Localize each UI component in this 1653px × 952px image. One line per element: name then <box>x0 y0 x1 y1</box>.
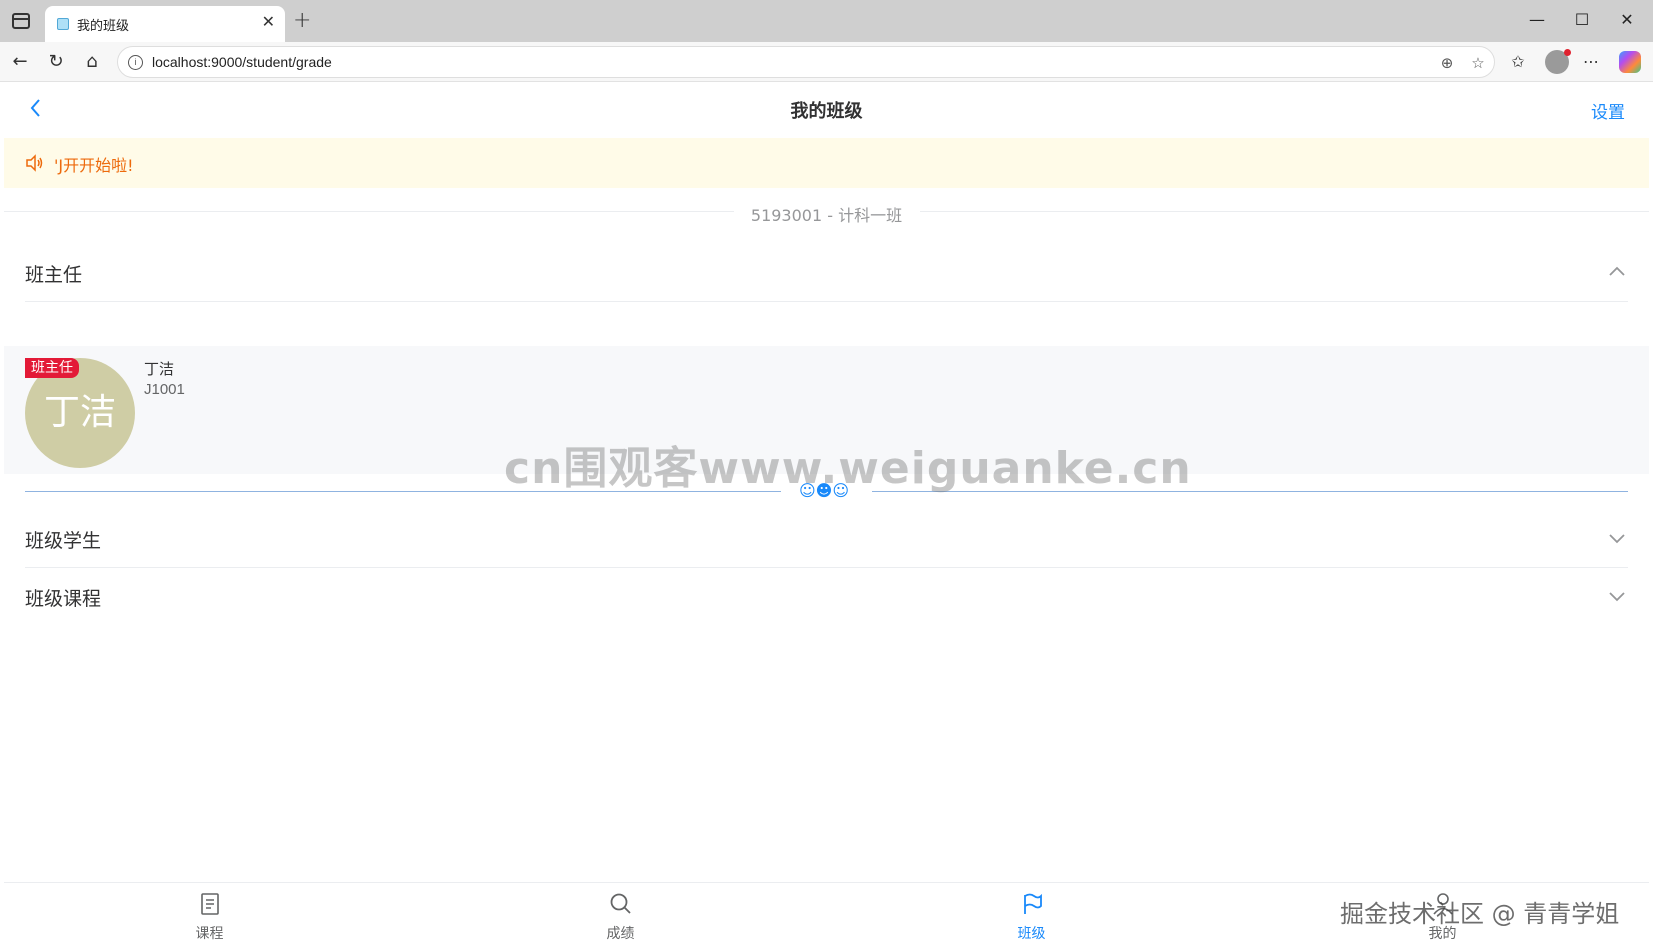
flag-icon <box>1024 893 1042 914</box>
favorite-star-icon[interactable]: ☆ <box>1467 52 1489 74</box>
teacher-id: J1001 <box>144 381 185 398</box>
maximize-icon[interactable]: ☐ <box>1567 8 1597 32</box>
home-icon[interactable]: ⌂ <box>80 50 104 74</box>
refresh-icon[interactable]: ↻ <box>44 50 68 74</box>
favicon-icon <box>57 18 69 30</box>
collapse-teacher-label: 班主任 <box>25 264 83 286</box>
profile-avatar[interactable] <box>1545 49 1571 74</box>
page-title: 我的班级 <box>790 101 863 122</box>
volume-icon <box>26 154 43 172</box>
chevron-down-icon <box>1609 534 1625 544</box>
chevron-up-icon <box>1609 266 1625 276</box>
tab-grades-label: 成绩 <box>606 926 635 942</box>
tab-courses[interactable]: 课程 <box>4 883 415 948</box>
class-divider-text: 5193001 - 计科一班 <box>750 206 903 225</box>
tab-courses-label: 课程 <box>195 926 224 942</box>
site-info-icon[interactable]: i <box>128 55 143 70</box>
nav-bar: 我的班级 设置 <box>4 82 1649 138</box>
tab-class[interactable]: 班级 <box>826 883 1237 948</box>
divider-line <box>25 301 1628 302</box>
close-tab-icon[interactable]: ✕ <box>262 12 275 31</box>
teacher-name: 丁洁 <box>144 360 175 378</box>
teacher-role-badge: 班主任 <box>25 358 79 378</box>
back-arrow-icon[interactable]: ← <box>8 50 32 74</box>
zoom-icon[interactable]: ⊕ <box>1436 52 1458 74</box>
chevron-down-icon <box>1609 592 1625 602</box>
url-text[interactable]: localhost:9000/student/grade <box>152 54 332 70</box>
watermark-text: cn围观客www.weiguanke.cn <box>504 443 1192 494</box>
more-menu-icon[interactable]: ⋯ <box>1578 50 1604 76</box>
collapse-students-label: 班级学生 <box>25 530 102 552</box>
app-viewport: 我的班级 设置 'J开开始啦! 5193001 - 计科一班 班主任 丁洁 班主… <box>4 82 1649 948</box>
class-divider: 5193001 - 计科一班 <box>4 200 1649 225</box>
collapse-teacher[interactable]: 班主任 <box>4 244 1649 302</box>
collapse-students[interactable]: 班级学生 <box>4 510 1649 568</box>
new-tab-button[interactable]: + <box>293 8 311 33</box>
window-close-icon[interactable]: ✕ <box>1612 8 1642 32</box>
minimize-icon[interactable]: — <box>1522 8 1552 32</box>
notice-bar: 'J开开始啦! <box>4 138 1649 188</box>
notice-text: 'J开开始啦! <box>54 156 134 175</box>
address-toolbar: ← ↻ ⌂ i localhost:9000/student/grade ⊕ ☆… <box>0 42 1653 82</box>
copilot-icon[interactable] <box>1619 51 1641 73</box>
search-icon <box>610 893 631 914</box>
address-bar[interactable]: i localhost:9000/student/grade ⊕ ☆ <box>117 46 1495 78</box>
browser-tab-active[interactable]: 我的班级 ✕ <box>45 6 285 42</box>
tab-class-label: 班级 <box>1017 926 1046 942</box>
divider-line <box>920 211 1649 212</box>
collapse-courses-label: 班级课程 <box>25 588 102 610</box>
collapse-courses[interactable]: 班级课程 <box>4 568 1649 626</box>
tab-grades[interactable]: 成绩 <box>415 883 826 948</box>
favorites-icon[interactable]: ✩ <box>1505 50 1531 76</box>
settings-button[interactable]: 设置 <box>1591 98 1625 123</box>
sidebar-toggle-icon[interactable] <box>12 13 30 29</box>
tab-title: 我的班级 <box>77 18 130 33</box>
site-watermark: 掘金技术社区 @ 青青学姐 <box>1340 900 1620 928</box>
browser-tab-strip: 我的班级 ✕ + — ☐ ✕ <box>0 0 1653 42</box>
document-icon <box>201 893 219 915</box>
